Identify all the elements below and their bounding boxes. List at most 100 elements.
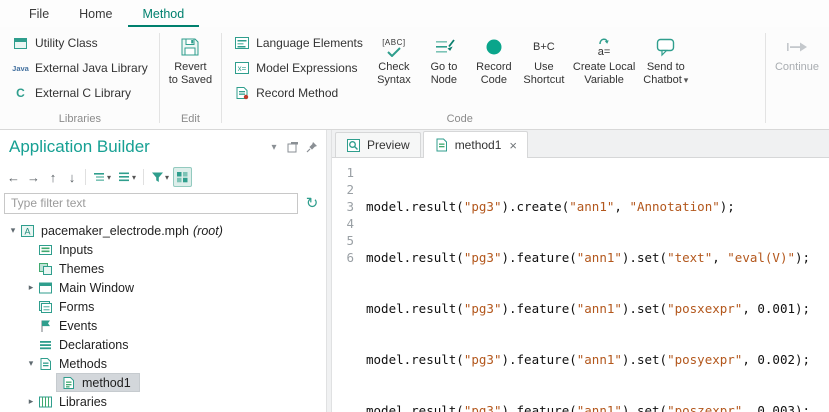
external-java-library-button[interactable]: Java External Java Library <box>6 57 154 79</box>
line-number-gutter: 1 2 3 4 5 6 <box>332 164 366 412</box>
tree-item-methods[interactable]: ▾ Methods <box>0 354 326 373</box>
events-icon <box>38 318 53 333</box>
forms-icon <box>38 299 53 314</box>
ribbon-separator <box>221 33 222 123</box>
check-syntax-icon: [ABC] <box>382 34 405 60</box>
selected-tree-item[interactable]: method1 <box>56 373 140 392</box>
ribbon-group-libraries: Utility Class Java External Java Library… <box>2 27 158 129</box>
chevron-down-icon: ▾ <box>684 75 689 85</box>
collapse-icon[interactable]: ▾ <box>24 358 38 369</box>
floppy-disk-icon <box>179 34 201 60</box>
close-icon[interactable]: × <box>509 138 517 153</box>
toggle-tree-view-button[interactable] <box>173 167 192 187</box>
tree-item-label: Themes <box>59 262 104 276</box>
float-panel-icon[interactable] <box>285 139 301 155</box>
revert-to-saved-button[interactable]: Revertto Saved <box>165 30 216 87</box>
tree-item-label: Declarations <box>59 338 128 352</box>
tree-item-label: Methods <box>59 357 107 371</box>
tab-method[interactable]: Method <box>128 0 200 27</box>
collapse-icon[interactable]: ▾ <box>6 225 20 236</box>
code-editor[interactable]: 1 2 3 4 5 6 model.result("pg3").create("… <box>332 158 829 412</box>
insert-menu-button[interactable]: ▾ <box>90 167 114 187</box>
tree-item-declarations[interactable]: Declarations <box>0 335 326 354</box>
go-forward-button[interactable]: → <box>24 167 43 187</box>
go-to-node-icon <box>433 34 455 60</box>
code-line: model.result("pg3").create("ann1", "Anno… <box>366 198 829 215</box>
code-line: model.result("pg3").feature("ann1").set(… <box>366 249 829 266</box>
panel-menu-icon[interactable]: ▾ <box>266 139 282 155</box>
tree-item-label: Inputs <box>59 243 93 257</box>
svg-text:A: A <box>24 226 30 236</box>
application-builder-panel: Application Builder ▾ ← → ↑ ↓ ▾ <box>0 130 326 412</box>
send-to-chatbot-button[interactable]: Send toChatbot▾ <box>639 30 692 87</box>
method-document-icon <box>434 138 449 152</box>
go-to-node-label: Go toNode <box>430 61 457 87</box>
tab-method1-label: method1 <box>455 138 502 152</box>
language-elements-label: Language Elements <box>256 36 363 50</box>
tree-item-themes[interactable]: Themes <box>0 259 326 278</box>
record-code-icon <box>484 34 504 60</box>
filter-input[interactable] <box>4 193 298 214</box>
tab-home[interactable]: Home <box>64 0 127 27</box>
toolbar-separator <box>143 169 144 185</box>
chatbot-icon <box>655 34 677 60</box>
external-c-library-label: External C Library <box>35 86 131 100</box>
go-to-node-button[interactable]: Go toNode <box>419 30 469 87</box>
external-c-library-button[interactable]: C External C Library <box>6 82 154 104</box>
tree-item-events[interactable]: Events <box>0 316 326 335</box>
language-elements-button[interactable]: Language Elements <box>227 32 369 54</box>
tree-item-method1[interactable]: method1 <box>0 373 326 392</box>
check-syntax-button[interactable]: [ABC] CheckSyntax <box>369 30 419 87</box>
refresh-icon[interactable]: ↻ <box>303 194 321 212</box>
application-tree: ▾ A pacemaker_electrode.mph (root) Input… <box>0 216 326 412</box>
record-method-button[interactable]: Record Method <box>227 82 369 104</box>
use-shortcut-label: UseShortcut <box>523 61 564 87</box>
line-number: 5 <box>332 232 354 249</box>
expand-icon[interactable]: ▸ <box>24 396 38 407</box>
move-down-button[interactable]: ↓ <box>63 167 81 187</box>
external-java-library-label: External Java Library <box>35 61 148 75</box>
tab-method1[interactable]: method1 × <box>423 131 528 158</box>
tab-preview[interactable]: Preview <box>335 132 421 157</box>
themes-icon <box>38 261 53 276</box>
tree-item-forms[interactable]: Forms <box>0 297 326 316</box>
create-local-variable-icon: a= <box>598 34 611 60</box>
create-local-variable-button[interactable]: a= Create LocalVariable <box>569 30 639 87</box>
utility-class-button[interactable]: Utility Class <box>6 32 154 54</box>
panel-title: Application Builder <box>9 137 263 157</box>
pin-panel-icon[interactable] <box>304 139 320 155</box>
check-syntax-label: CheckSyntax <box>377 61 411 87</box>
code-line: model.result("pg3").feature("ann1").set(… <box>366 300 829 317</box>
ribbon-group-continue: Continue <box>767 27 827 129</box>
tab-file[interactable]: File <box>14 0 64 27</box>
record-code-button[interactable]: RecordCode <box>469 30 519 87</box>
tree-item-label: method1 <box>82 376 131 390</box>
tree-item-libraries[interactable]: ▸ Libraries <box>0 392 326 411</box>
libraries-icon <box>38 394 53 409</box>
application-window: File Home Method Utility Class Java Exte… <box>0 0 829 412</box>
line-number: 3 <box>332 198 354 215</box>
tree-item-label: Forms <box>59 300 94 314</box>
continue-button[interactable]: Continue <box>771 30 823 74</box>
declarations-icon <box>38 337 53 352</box>
expand-icon[interactable]: ▸ <box>24 282 38 293</box>
ribbon-tab-bar: File Home Method <box>0 0 829 27</box>
use-shortcut-button[interactable]: B+C UseShortcut <box>519 30 569 87</box>
toolbar-separator <box>85 169 86 185</box>
view-menu-button[interactable]: ▾ <box>115 167 139 187</box>
tree-item-label: pacemaker_electrode.mph <box>41 224 189 238</box>
model-expressions-button[interactable]: x= Model Expressions <box>227 57 369 79</box>
tree-item-main-window[interactable]: ▸ Main Window <box>0 278 326 297</box>
filter-row: ↻ <box>0 190 326 216</box>
tree-item-root[interactable]: ▾ A pacemaker_electrode.mph (root) <box>0 221 326 240</box>
go-back-button[interactable]: ← <box>4 167 23 187</box>
tree-item-label: Events <box>59 319 97 333</box>
move-up-button[interactable]: ↑ <box>44 167 62 187</box>
tree-item-inputs[interactable]: Inputs <box>0 240 326 259</box>
utility-class-label: Utility Class <box>35 36 98 50</box>
svg-text:x=: x= <box>237 64 246 73</box>
ribbon-separator <box>159 33 160 123</box>
tree-item-suffix: (root) <box>193 224 223 238</box>
filter-menu-button[interactable]: ▾ <box>148 167 172 187</box>
code-group-label: Code <box>227 112 692 129</box>
